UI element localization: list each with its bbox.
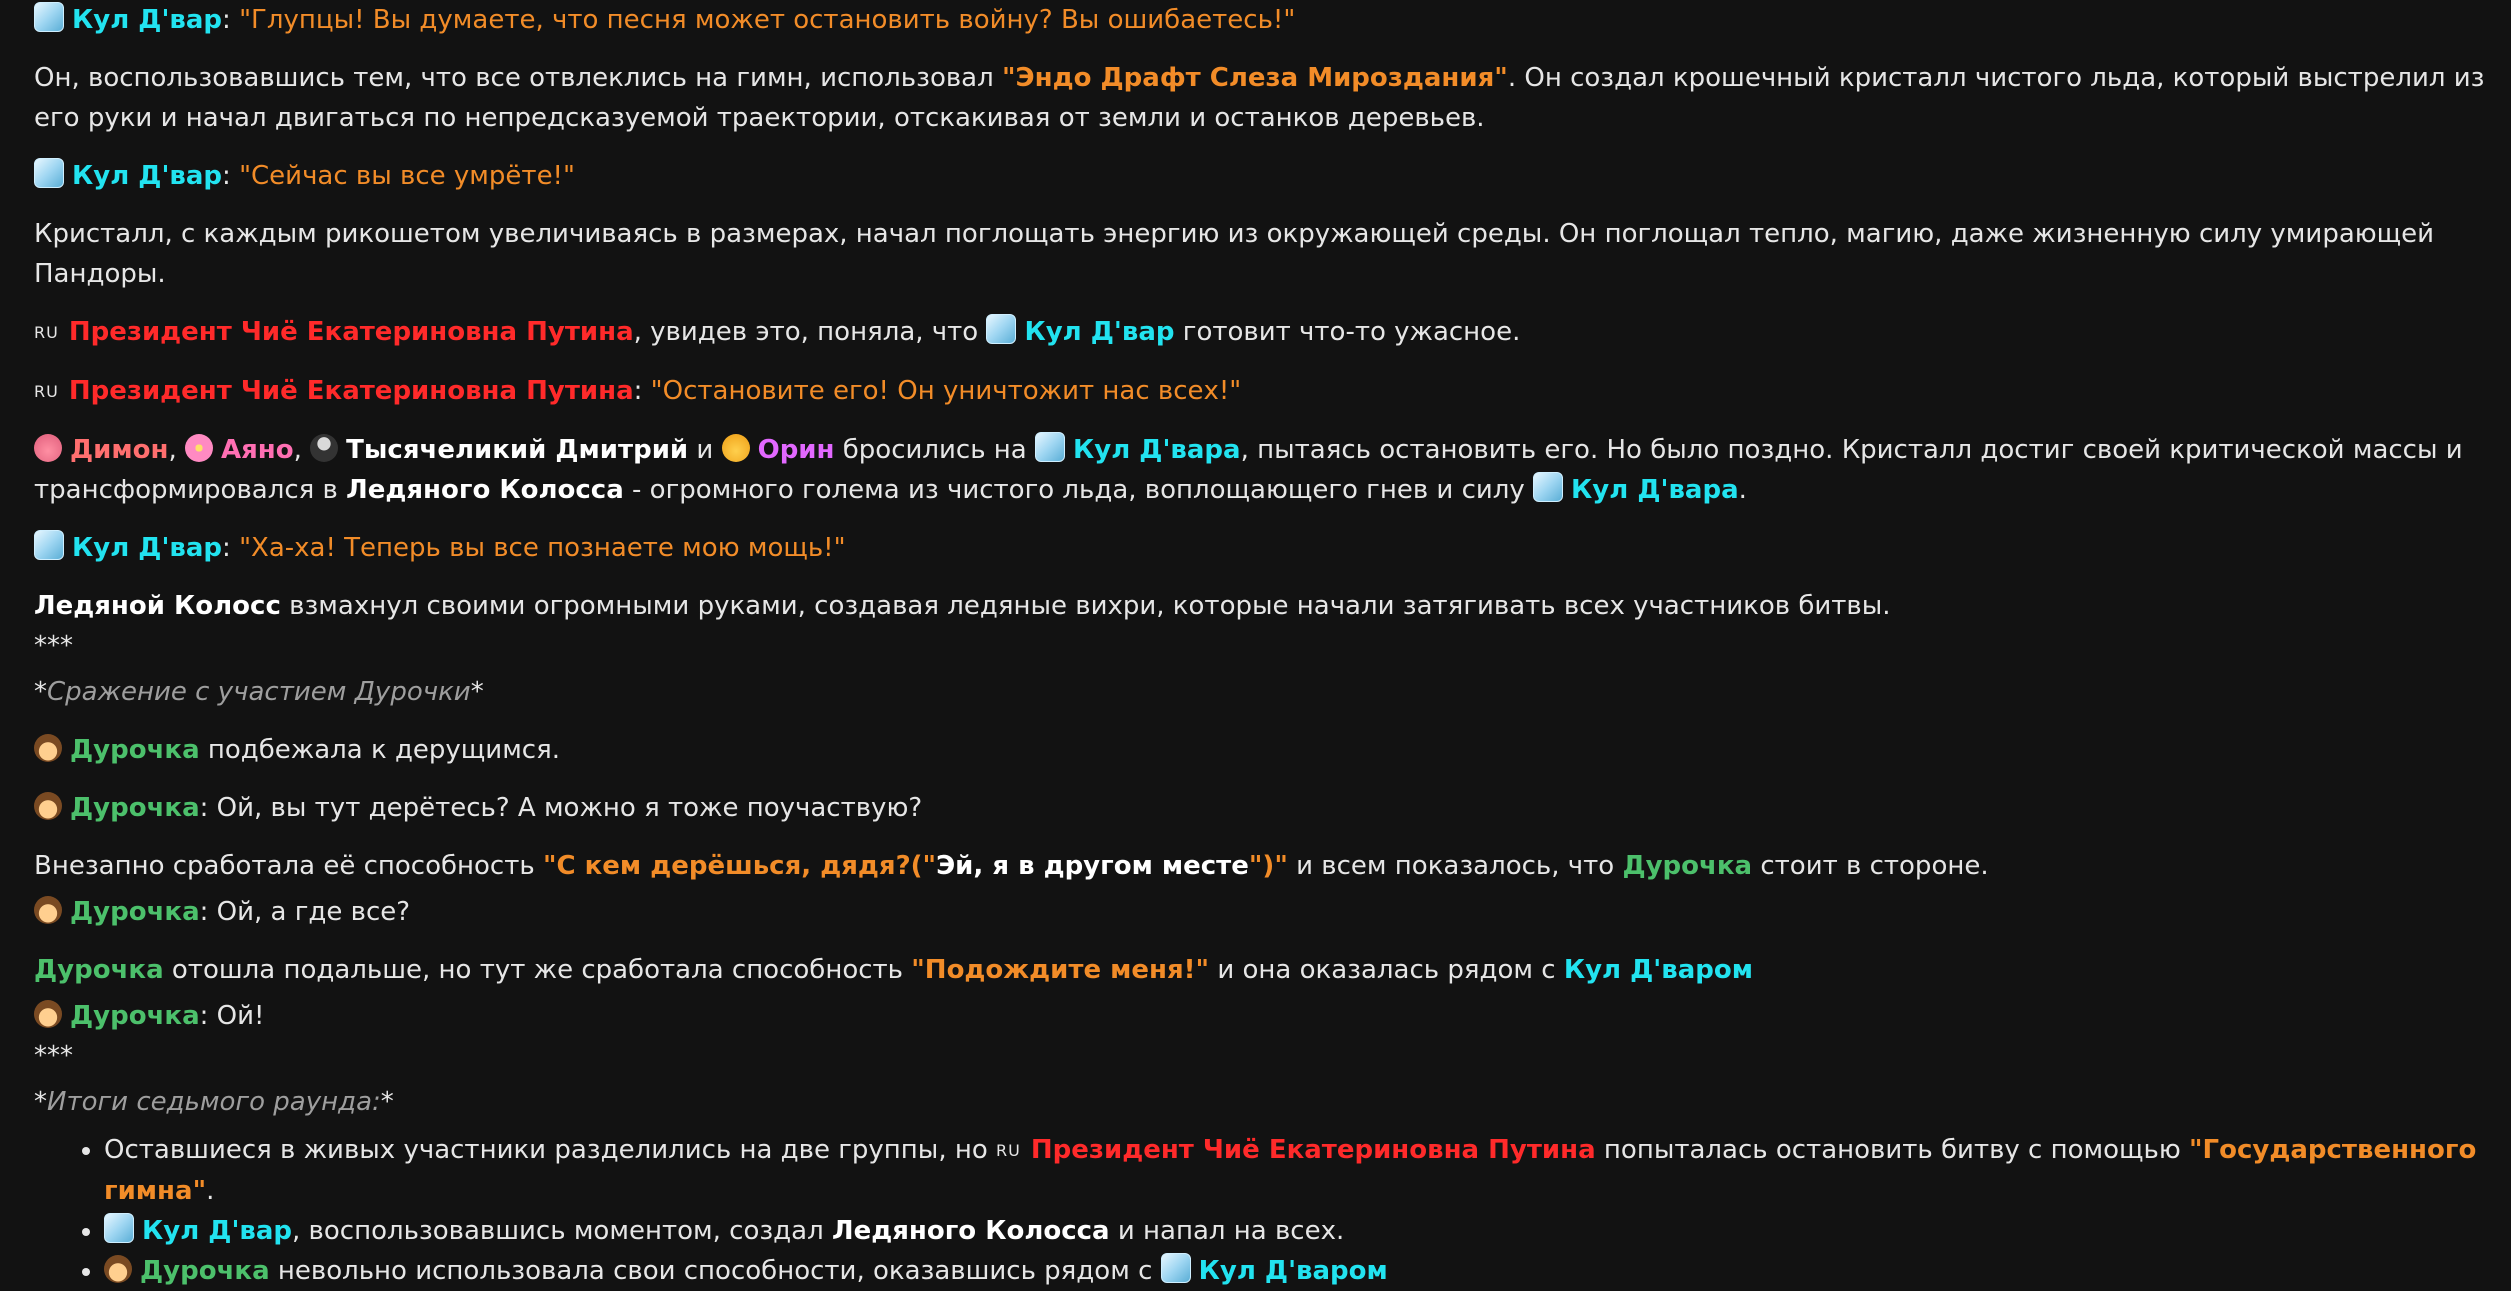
name-durochka: Дурочка (1622, 851, 1753, 881)
list-item: Кул Д'вар, воспользовавшись моментом, со… (104, 1211, 2494, 1251)
speaker-president: Президент Чиё Екатериновна Путина (68, 317, 634, 347)
name-durochka: Дурочка (34, 955, 164, 985)
cat-face-icon (721, 434, 750, 462)
name-orin: Орин (757, 435, 835, 465)
quote-text: "Остановите его! Он уничтожит нас всех!" (650, 376, 1242, 406)
ru-flag-icon: RU (34, 323, 59, 342)
person-icon (34, 1000, 62, 1028)
name-durochka: Дурочка (70, 735, 200, 765)
narration-crystal: Кристалл, с каждым рикошетом увеличиваяс… (34, 219, 2435, 289)
ice-cube-icon (1533, 472, 1564, 502)
speaker-kul: Кул Д'вар (72, 533, 223, 563)
ice-cube-icon (1035, 432, 1065, 462)
speaker-president: Президент Чиё Екатериновна Путина (68, 376, 634, 406)
name-president: Президент Чиё Екатериновна Путина (1030, 1135, 1596, 1165)
speaker-kul: Кул Д'вар (72, 161, 223, 191)
separator: *** (34, 1041, 73, 1071)
name-kul: Кул Д'вара (1571, 475, 1739, 505)
ice-cube-icon (34, 2, 64, 32)
ice-cube-icon (1160, 1253, 1191, 1283)
person-icon (34, 792, 62, 820)
results-list: Оставшиеся в живых участники разделились… (34, 1130, 2494, 1291)
ice-cube-icon (986, 314, 1017, 344)
skill-name: "С кем дерёшься, дядя?(" (542, 851, 937, 881)
section-title-results: *Итоги седьмого раунда:* (34, 1087, 394, 1117)
name-kul: Кул Д'вара (1073, 435, 1241, 465)
name-colossus: Ледяного Колосса (346, 475, 624, 505)
message-durochka-3: Дурочка: Ой! (34, 996, 2494, 1036)
person-icon (34, 734, 62, 762)
speaker-durochka: Дурочка (70, 793, 200, 823)
separator: *** (34, 631, 73, 661)
quote-text: "Глупцы! Вы думаете, что песня может ост… (239, 5, 1296, 35)
speaker-durochka: Дурочка (70, 1001, 200, 1031)
narration-ability: Внезапно сработала её способность "С кем… (34, 851, 1989, 881)
person-icon (104, 1255, 132, 1283)
speaker-kul: Кул Д'вар (72, 5, 223, 35)
message-durochka-2: Дурочка: Ой, а где все? (34, 892, 2494, 932)
ice-cube-icon (104, 1213, 134, 1243)
message-kul-1: Кул Д'вар: "Глупцы! Вы думаете, что песн… (34, 0, 2494, 40)
message-durochka-1: Дурочка: Ой, вы тут дерётесь? А можно я … (34, 788, 2494, 828)
name-colossus: Ледяного Колосса (831, 1216, 1110, 1246)
message-president: RU Президент Чиё Екатериновна Путина: "Ос… (34, 376, 1242, 406)
name-dmitry: Тысячеликий Дмитрий (346, 435, 689, 465)
narration-president-sees: RU Президент Чиё Екатериновна Путина, уви… (34, 312, 2494, 353)
name-colossus: Ледяной Колосс (34, 591, 281, 621)
name-durochka: Дурочка (140, 1256, 270, 1286)
person-icon (34, 896, 62, 924)
name-kul: Кул Д'варом (1198, 1256, 1388, 1286)
list-item: Дурочка невольно использовала свои спосо… (104, 1251, 2494, 1291)
skill-name: "Подождите меня!" (911, 955, 1210, 985)
narration-endo-draft: Он, воспользовавшись тем, что все отвлек… (34, 63, 2485, 133)
skill-name-inner: Эй, я в другом месте (936, 851, 1249, 881)
quote-text: "Ха-ха! Теперь вы все познаете мою мощь!… (239, 533, 846, 563)
spy-icon (310, 434, 339, 462)
speaker-durochka: Дурочка (70, 897, 200, 927)
narration-attack: Димон, Аяно, Тысячеликий Дмитрий и Орин … (34, 430, 2494, 510)
ru-flag-icon: RU (996, 1141, 1021, 1160)
narration-durochka-runs: Дурочка подбежала к дерущимся. (34, 730, 2494, 770)
message-kul-3: Кул Д'вар: "Ха-ха! Теперь вы все познает… (34, 528, 2494, 568)
skill-name: "Эндо Драфт Слеза Мироздания" (1002, 63, 1508, 93)
quote-text: "Сейчас вы все умрёте!" (239, 161, 575, 191)
cherry-blossom-icon (184, 434, 213, 462)
narration-wait-for-me: Дурочка отошла подальше, но тут же срабо… (34, 955, 1753, 985)
list-item: Оставшиеся в живых участники разделились… (104, 1130, 2494, 1211)
message-kul-2: Кул Д'вар: "Сейчас вы все умрёте!" (34, 156, 2494, 196)
section-title-battle: *Сражение с участием Дурочки* (34, 677, 484, 707)
chat-log: Кул Д'вар: "Глупцы! Вы думаете, что песн… (34, 0, 2494, 1291)
ice-cube-icon (34, 158, 64, 188)
name-ayano: Аяно (220, 435, 294, 465)
narration-colossus: Ледяной Колосс взмахнул своими огромными… (34, 591, 1891, 621)
pig-face-icon (34, 434, 62, 462)
name-dimon: Димон (70, 435, 169, 465)
ru-flag-icon: RU (34, 382, 59, 401)
ice-cube-icon (34, 530, 64, 560)
name-kul: Кул Д'вар (1024, 317, 1175, 347)
name-kul: Кул Д'варом (1563, 955, 1753, 985)
name-kul: Кул Д'вар (142, 1216, 293, 1246)
